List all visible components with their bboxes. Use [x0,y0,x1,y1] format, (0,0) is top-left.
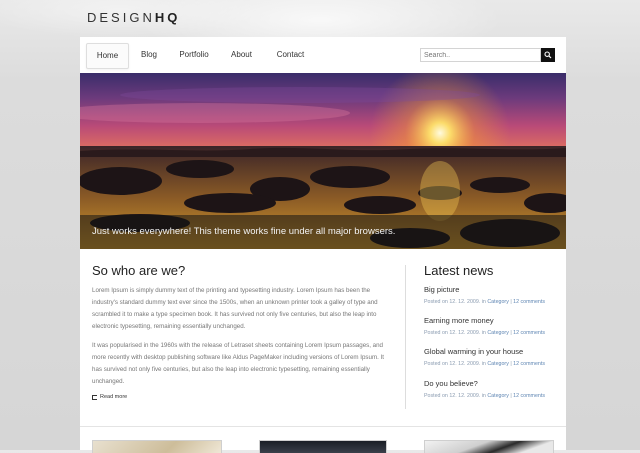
news-item: Earning more money Posted on 12. 12. 200… [424,316,564,336]
news-category-link[interactable]: Category [487,330,509,336]
news-title: Latest news [424,263,494,278]
news-headline[interactable]: Big picture [424,285,564,294]
nav-home[interactable]: Home [86,43,129,69]
news-meta: Posted on 12. 12. 2009. in Category | 12… [424,393,545,399]
news-posted: Posted on 12. 12. 2009. in [424,330,486,336]
about-title: So who are we? [92,263,186,278]
news-meta: Posted on 12. 12. 2009. in Category | 12… [424,330,545,336]
news-comments-link[interactable]: 12 comments [513,299,545,305]
news-headline[interactable]: Earning more money [424,316,564,325]
news-item: Do you believe? Posted on 12. 12. 2009. … [424,379,564,399]
hero-caption: Just works everywhere! This theme works … [80,215,566,249]
site-logo[interactable]: DESIGNHQ [87,10,180,25]
column-divider [405,265,406,409]
news-headline[interactable]: Global warming in your house [424,347,564,356]
nav-portfolio[interactable]: Portfolio [179,43,209,67]
read-more-link[interactable]: Read more [92,394,127,400]
news-comments-link[interactable]: 12 comments [513,361,545,367]
about-paragraph-1: Lorem Ipsum is simply dummy text of the … [92,287,378,330]
news-posted: Posted on 12. 12. 2009. in [424,299,486,305]
section-divider [80,426,566,427]
news-posted: Posted on 12. 12. 2009. in [424,361,486,367]
news-comments-link[interactable]: 12 comments [513,330,545,336]
page-container: Home Blog Portfolio About Contact Search… [80,37,566,453]
main-nav: Home Blog Portfolio About Contact [80,37,566,73]
news-category-link[interactable]: Category [487,299,509,305]
portfolio-thumbnail[interactable] [92,440,222,453]
search-button[interactable] [541,48,555,62]
portfolio-thumbnail[interactable] [259,440,387,453]
bracket-icon [92,394,97,400]
news-headline[interactable]: Do you believe? [424,379,564,388]
logo-light-text: DESIGN [87,10,155,25]
hero-banner: Just works everywhere! This theme works … [80,73,566,249]
search-input[interactable] [420,48,541,62]
nav-about[interactable]: About [229,43,254,67]
about-paragraph-2: It was popularised in the 1960s with the… [92,342,384,385]
news-posted: Posted on 12. 12. 2009. in [424,393,486,399]
news-comments-link[interactable]: 12 comments [513,393,545,399]
logo-bold-text: HQ [154,10,181,25]
news-meta: Posted on 12. 12. 2009. in Category | 12… [424,361,545,367]
news-category-link[interactable]: Category [487,361,509,367]
news-item: Big picture Posted on 12. 12. 2009. in C… [424,285,564,305]
portfolio-thumbnail[interactable] [424,440,554,453]
nav-contact[interactable]: Contact [274,43,307,67]
nav-blog[interactable]: Blog [136,43,162,67]
news-item: Global warming in your house Posted on 1… [424,347,564,367]
read-more-label: Read more [100,394,128,400]
magnifier-icon [544,51,552,59]
news-meta: Posted on 12. 12. 2009. in Category | 12… [424,299,545,305]
news-category-link[interactable]: Category [487,393,509,399]
